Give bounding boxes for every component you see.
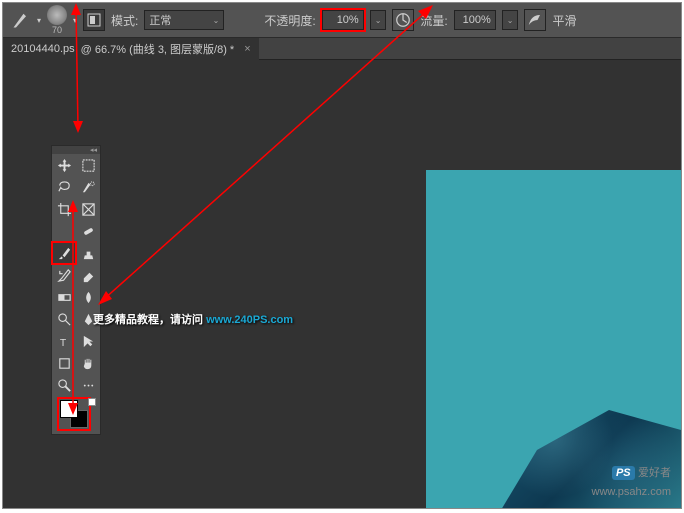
airbrush-button[interactable] [524, 9, 546, 31]
watermark-cn: 更多精品教程，请访问 [93, 314, 206, 326]
move-tool[interactable] [52, 154, 76, 176]
document-tab-bar: 20104440.ps @ 66.7% (曲线 3, 图层蒙版/8) * × [3, 38, 681, 60]
path-select-tool[interactable] [76, 330, 100, 352]
logo-badge: PS [612, 466, 635, 480]
crop-tool[interactable] [52, 198, 76, 220]
tab-filename: 20104440.ps [11, 43, 75, 55]
brush-preview-icon [47, 5, 67, 25]
marquee-tool[interactable] [76, 154, 100, 176]
opacity-input[interactable]: 10% [322, 10, 364, 30]
flow-input[interactable]: 100% [454, 10, 496, 30]
panel-header[interactable]: ◂◂ [52, 146, 100, 154]
canvas-area: ◂◂ T [3, 60, 681, 508]
flow-label: 流量: [420, 12, 447, 29]
chevron-down-icon: ⌄ [375, 16, 382, 25]
tools-panel: ◂◂ T [51, 145, 101, 435]
svg-text:T: T [59, 338, 66, 349]
shape-tool[interactable] [52, 352, 76, 374]
document-tab[interactable]: 20104440.ps @ 66.7% (曲线 3, 图层蒙版/8) * × [3, 38, 259, 60]
flow-dropdown[interactable]: ⌄ [502, 10, 519, 30]
opacity-dropdown[interactable]: ⌄ [370, 10, 387, 30]
color-swatches [52, 396, 100, 434]
close-icon[interactable]: × [244, 43, 250, 55]
logo-text: 爱好者 [638, 467, 671, 479]
brush-size-value: 70 [52, 25, 62, 35]
eyedropper-tool[interactable] [52, 220, 76, 242]
healing-tool[interactable] [76, 220, 100, 242]
watermark-text: 更多精品教程，请访问 www.240PS.com [93, 303, 293, 329]
foreground-color-swatch[interactable] [60, 400, 78, 418]
pressure-opacity-button[interactable] [392, 9, 414, 31]
chevron-down-icon[interactable]: ▾ [73, 16, 77, 25]
mode-label: 模式: [111, 12, 138, 29]
chevron-down-icon: ⌄ [213, 16, 220, 25]
opacity-value: 10% [337, 14, 359, 26]
frame-tool[interactable] [76, 198, 100, 220]
lasso-tool[interactable] [52, 176, 76, 198]
quick-select-tool[interactable] [76, 176, 100, 198]
brush-panel-toggle[interactable] [83, 9, 105, 31]
tab-zoom-info: @ 66.7% (曲线 3, 图层蒙版/8) * [81, 41, 235, 57]
brush-preset-picker[interactable]: 70 [47, 5, 67, 35]
flow-value: 100% [463, 14, 491, 26]
clone-stamp-tool[interactable] [76, 242, 100, 264]
collapse-icon: ◂◂ [90, 146, 97, 154]
chevron-down-icon[interactable]: ▾ [37, 16, 41, 25]
swap-default-colors[interactable] [88, 398, 96, 406]
eraser-tool[interactable] [76, 264, 100, 286]
document-image[interactable] [426, 170, 681, 509]
opacity-label: 不透明度: [264, 12, 315, 29]
zoom-tool[interactable] [52, 374, 76, 396]
options-bar: ▾ 70 ▾ 模式: 正常 ⌄ 不透明度: 10% ⌄ 流量: 100% ⌄ [3, 3, 681, 38]
photoshop-window: ▾ 70 ▾ 模式: 正常 ⌄ 不透明度: 10% ⌄ 流量: 100% ⌄ [2, 2, 682, 509]
dodge-tool[interactable] [52, 308, 76, 330]
brush-tool[interactable] [52, 242, 76, 264]
watermark-url: www.240PS.com [206, 314, 293, 326]
edit-toolbar[interactable] [76, 374, 100, 396]
gradient-tool[interactable] [52, 286, 76, 308]
smoothing-label: 平滑 [552, 12, 576, 29]
type-tool[interactable]: T [52, 330, 76, 352]
foreground-background-colors[interactable] [60, 400, 88, 428]
tool-indicator[interactable] [11, 10, 31, 30]
blend-mode-dropdown[interactable]: 正常 ⌄ [144, 10, 224, 30]
blend-mode-value: 正常 [149, 12, 171, 28]
history-brush-tool[interactable] [52, 264, 76, 286]
chevron-down-icon: ⌄ [507, 16, 514, 25]
hand-tool[interactable] [76, 352, 100, 374]
watermark-logo: PS 爱好者 [612, 464, 671, 480]
watermark-footer-url: www.psahz.com [592, 486, 671, 498]
